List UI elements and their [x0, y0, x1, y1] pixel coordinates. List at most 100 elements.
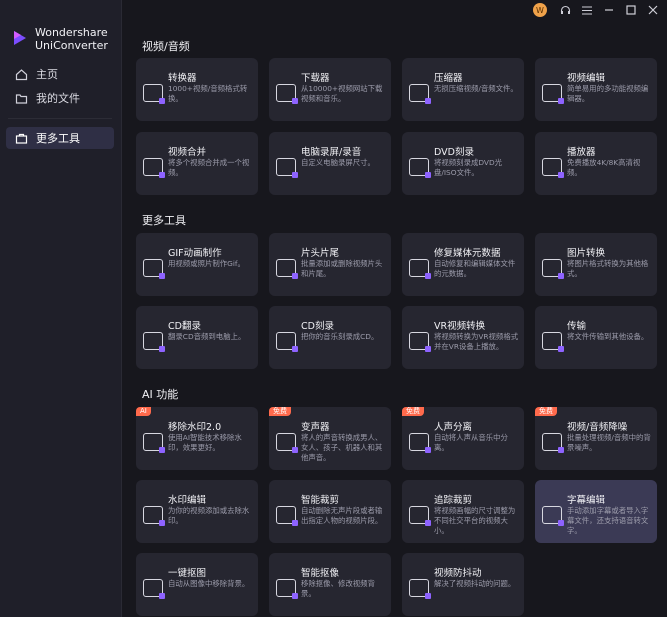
tool-description: 从10000+视频网站下载视频和音乐。	[301, 84, 383, 103]
tool-description: 自动修复和编辑媒体文件的元数据。	[434, 259, 516, 278]
menu-icon[interactable]	[579, 2, 595, 18]
tool-card[interactable]: 水印编辑 为你的视频添加或去除水印。	[136, 480, 258, 543]
tool-description: 批量处理视频/音频中的背景噪声。	[567, 433, 651, 452]
section-title-video-audio: 视频/音频	[142, 40, 190, 53]
tool-description: 自动将人声从音乐中分离。	[434, 433, 508, 452]
section-title-more-tools: 更多工具	[142, 214, 186, 227]
tool-title: GIF动画制作	[168, 248, 222, 259]
tool-card[interactable]: CD翻录 翻录CD音频到电脑上。	[136, 306, 258, 369]
tool-card[interactable]: CD刻录 把你的音乐刻录成CD。	[269, 306, 391, 369]
intro-outro-icon	[276, 259, 298, 279]
tool-description: 解决了视频抖动的问题。	[434, 579, 516, 588]
tool-card[interactable]: 追踪裁剪 将视频画幅的尺寸调整为不同社交平台的视频大小。	[402, 480, 524, 543]
tool-card[interactable]: 播放器 免费播放4K/8K高清视频。	[535, 132, 657, 195]
tool-description: 自动从图像中移除背景。	[168, 579, 250, 588]
tool-card[interactable]: 传输 将文件传输到其他设备。	[535, 306, 657, 369]
tool-title: VR视频转换	[434, 321, 486, 332]
tool-title: 下载器	[301, 73, 330, 84]
app-window: Wondershare UniConverter 主页 我的文件 更多工具 W	[0, 0, 667, 617]
tool-title: 智能抠像	[301, 568, 340, 579]
sidebar-divider	[8, 118, 112, 119]
convert-icon	[143, 84, 165, 104]
bg-remover-icon	[143, 579, 165, 599]
tool-description: 将文件传输到其他设备。	[567, 332, 649, 341]
image-convert-icon	[542, 259, 564, 279]
tool-title: 变声器	[301, 422, 330, 433]
maximize-icon[interactable]	[623, 2, 639, 18]
tool-title: 视频/音频降噪	[567, 422, 628, 433]
tool-description: 为你的视频添加或去除水印。	[168, 506, 250, 525]
tool-card[interactable]: 图片转换 将图片格式转换为其他格式。	[535, 233, 657, 296]
download-icon	[276, 84, 298, 104]
app-logo: Wondershare UniConverter	[12, 26, 108, 52]
sidebar-item-label: 我的文件	[36, 92, 80, 105]
tool-title: 视频防抖动	[434, 568, 482, 579]
tool-card[interactable]: AI 移除水印2.0 使用AI智能技术移除水印，效果更好。	[136, 407, 258, 470]
tool-title: 追踪裁剪	[434, 495, 473, 506]
tool-description: 批量添加或删除视频片头和片尾。	[301, 259, 383, 278]
minimize-icon[interactable]	[601, 2, 617, 18]
tool-description: 翻录CD音频到电脑上。	[168, 332, 246, 341]
tool-title: 移除水印2.0	[168, 422, 222, 433]
tool-card[interactable]: 免费 视频/音频降噪 批量处理视频/音频中的背景噪声。	[535, 407, 657, 470]
subtitle-icon	[542, 506, 564, 526]
tool-card[interactable]: DVD刻录 将视频刻录成DVD光盘/ISO文件。	[402, 132, 524, 195]
tool-card[interactable]: 智能裁剪 自动删除无声片段或者输出指定人物的视频片段。	[269, 480, 391, 543]
tool-description: 将人的声音转换成男人、女人、孩子、机器人和其他声音。	[301, 433, 383, 462]
tool-description: 1000+视频/音频格式转换。	[168, 84, 248, 103]
smart-trim-icon	[276, 506, 298, 526]
tool-card[interactable]: 免费 变声器 将人的声音转换成男人、女人、孩子、机器人和其他声音。	[269, 407, 391, 470]
section-title-ai-features: AI 功能	[142, 388, 179, 401]
tool-card[interactable]: 视频编辑 简单易用的多功能视频编辑器。	[535, 58, 657, 121]
smart-portrait-icon	[276, 579, 298, 599]
tool-card[interactable]: 视频合并 将多个视频合并成一个视频。	[136, 132, 258, 195]
tool-description: 自定义电脑录屏尺寸。	[301, 158, 375, 167]
tool-card[interactable]: 修复媒体元数据 自动修复和编辑媒体文件的元数据。	[402, 233, 524, 296]
tool-title: 传输	[567, 321, 587, 332]
sidebar-item-my-files[interactable]: 我的文件	[6, 87, 114, 109]
transfer-icon	[542, 332, 564, 352]
tool-title: 图片转换	[567, 248, 606, 259]
close-icon[interactable]	[645, 2, 661, 18]
tool-card[interactable]: 片头片尾 批量添加或删除视频片头和片尾。	[269, 233, 391, 296]
folder-icon	[15, 93, 28, 104]
vocal-remover-icon	[409, 433, 431, 453]
vr-icon	[409, 332, 431, 352]
stabilize-icon	[409, 579, 431, 599]
tool-card[interactable]: GIF动画制作 用视频或照片制作Gif。	[136, 233, 258, 296]
player-icon	[542, 158, 564, 178]
tool-description: 将视频刻录成DVD光盘/ISO文件。	[434, 158, 503, 177]
auto-reframe-icon	[409, 506, 431, 526]
video-edit-icon	[542, 84, 564, 104]
headset-support-icon[interactable]	[557, 2, 573, 18]
tool-card[interactable]: 一键抠图 自动从图像中移除背景。	[136, 553, 258, 616]
tool-card[interactable]: 智能抠像 移除抠像、修改视频背景。	[269, 553, 391, 616]
sidebar-item-more-tools[interactable]: 更多工具	[6, 127, 114, 149]
sidebar: Wondershare UniConverter 主页 我的文件 更多工具	[0, 0, 122, 617]
user-avatar[interactable]: W	[533, 3, 547, 17]
tool-card[interactable]: 下载器 从10000+视频网站下载视频和音乐。	[269, 58, 391, 121]
tool-title: 电脑录屏/录音	[301, 147, 362, 158]
tool-title: DVD刻录	[434, 147, 474, 158]
tool-card[interactable]: 视频防抖动 解决了视频抖动的问题。	[402, 553, 524, 616]
tool-description: 手动添加字幕或者导入字幕文件，还支持语音转文字。	[567, 506, 649, 535]
tool-card[interactable]: 免费 人声分离 自动将人声从音乐中分离。	[402, 407, 524, 470]
tool-card[interactable]: 转换器 1000+视频/音频格式转换。	[136, 58, 258, 121]
tool-title: 修复媒体元数据	[434, 248, 501, 259]
app-name-line1: Wondershare	[35, 26, 108, 39]
noise-reduce-icon	[542, 433, 564, 453]
tool-card[interactable]: 字幕编辑 手动添加字幕或者导入字幕文件，还支持语音转文字。	[535, 480, 657, 543]
tool-title: 智能裁剪	[301, 495, 340, 506]
tool-card[interactable]: 电脑录屏/录音 自定义电脑录屏尺寸。	[269, 132, 391, 195]
sidebar-item-home[interactable]: 主页	[6, 63, 114, 85]
cd-rip-icon	[143, 332, 165, 352]
tool-title: 水印编辑	[168, 495, 207, 506]
tool-card[interactable]: VR视频转换 将视频转换为VR视频格式并在VR设备上播放。	[402, 306, 524, 369]
tool-description: 简单易用的多功能视频编辑器。	[567, 84, 649, 103]
tool-title: 人声分离	[434, 422, 473, 433]
tool-description: 将视频画幅的尺寸调整为不同社交平台的视频大小。	[434, 506, 516, 535]
tool-title: 一键抠图	[168, 568, 207, 579]
tool-card[interactable]: 压缩器 无损压缩视频/音频文件。	[402, 58, 524, 121]
tool-badge: AI	[136, 407, 151, 416]
tool-description: 用视频或照片制作Gif。	[168, 259, 245, 268]
